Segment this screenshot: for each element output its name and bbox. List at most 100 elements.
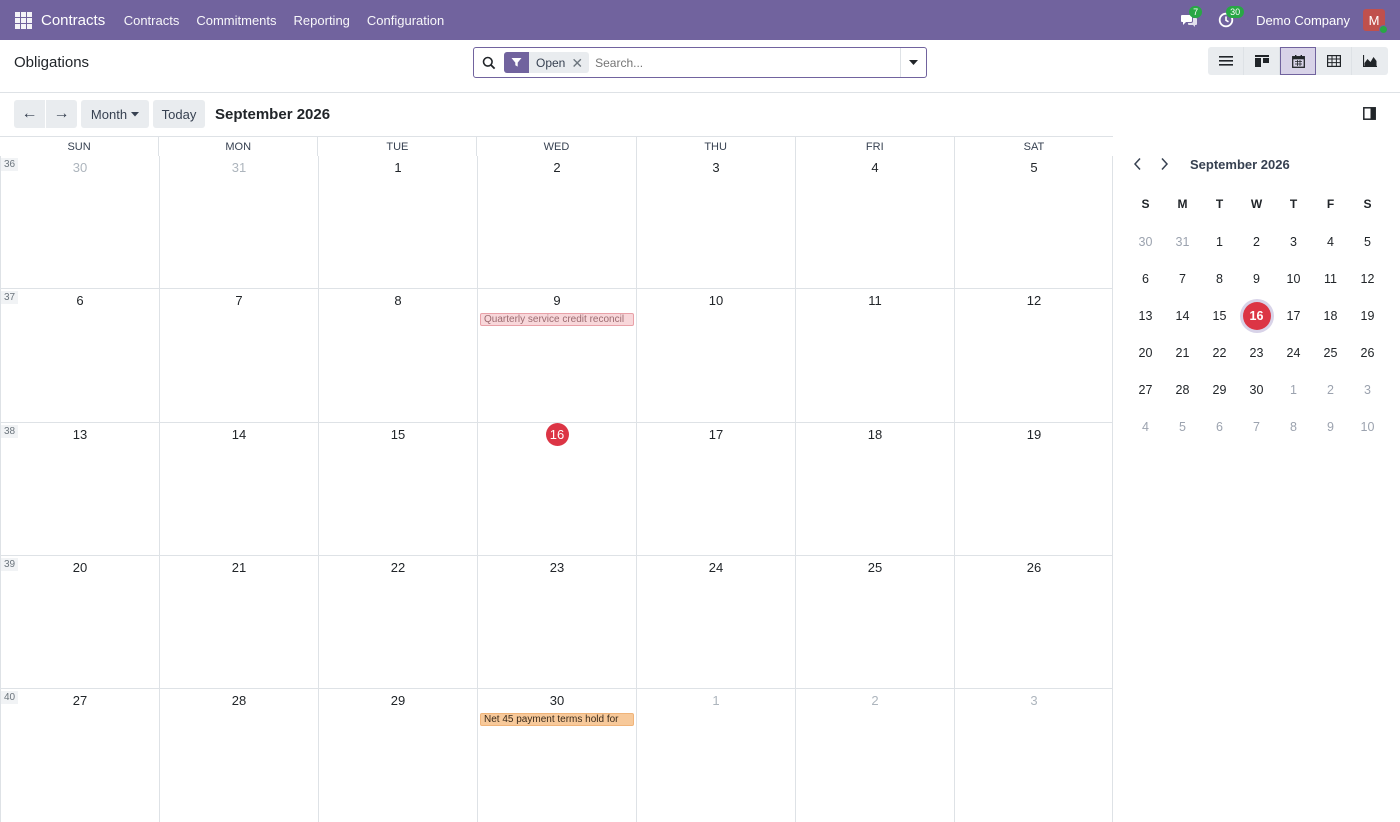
mini-prev-month-icon[interactable] xyxy=(1133,157,1142,174)
calendar-day-cell[interactable]: 14 xyxy=(159,423,318,555)
menu-contracts[interactable]: Contracts xyxy=(115,13,188,28)
activities-button[interactable]: 30 xyxy=(1215,6,1245,31)
mini-calendar-day[interactable]: 30 xyxy=(1127,229,1164,255)
calendar-day-cell[interactable]: 9 Quarterly service credit reconcil xyxy=(477,289,636,422)
calendar-day-cell[interactable]: 22 xyxy=(318,556,477,688)
mini-calendar-day[interactable]: 15 xyxy=(1201,303,1238,329)
calendar-day-cell[interactable]: 29 xyxy=(318,689,477,822)
mini-calendar-day[interactable]: 3 xyxy=(1275,229,1312,255)
mini-calendar-day[interactable]: 2 xyxy=(1312,377,1349,403)
mini-calendar-day[interactable]: 1 xyxy=(1201,229,1238,255)
mini-calendar-day[interactable]: 9 xyxy=(1238,266,1275,292)
mini-calendar-day[interactable]: 26 xyxy=(1349,340,1386,366)
mini-next-month-icon[interactable] xyxy=(1160,157,1169,174)
mini-calendar-day[interactable]: 4 xyxy=(1127,414,1164,440)
calendar-day-cell[interactable]: 30 xyxy=(0,156,159,288)
mini-calendar-day[interactable]: 5 xyxy=(1349,229,1386,255)
mini-calendar-day[interactable]: 17 xyxy=(1275,303,1312,329)
calendar-day-cell[interactable]: 16 xyxy=(477,423,636,555)
mini-calendar-day[interactable]: 14 xyxy=(1164,303,1201,329)
calendar-day-cell[interactable]: 10 xyxy=(636,289,795,422)
calendar-day-cell[interactable]: 30 Net 45 payment terms hold for xyxy=(477,689,636,822)
mini-calendar-day[interactable]: 2 xyxy=(1238,229,1275,255)
calendar-day-cell[interactable]: 13 xyxy=(0,423,159,555)
mini-calendar-day[interactable]: 5 xyxy=(1164,414,1201,440)
search-bar[interactable]: Open ✕ xyxy=(473,47,927,78)
kanban-view-button[interactable] xyxy=(1244,47,1280,75)
menu-reporting[interactable]: Reporting xyxy=(285,13,358,28)
calendar-day-cell[interactable]: 5 xyxy=(954,156,1113,288)
calendar-event[interactable]: Quarterly service credit reconcil xyxy=(480,313,634,326)
mini-calendar-day[interactable]: 8 xyxy=(1275,414,1312,440)
mini-calendar-day[interactable]: 4 xyxy=(1312,229,1349,255)
mini-calendar-day[interactable]: 6 xyxy=(1201,414,1238,440)
mini-calendar-day[interactable]: 3 xyxy=(1349,377,1386,403)
mini-calendar-day[interactable]: 20 xyxy=(1127,340,1164,366)
mini-calendar-day[interactable]: 23 xyxy=(1238,340,1275,366)
calendar-day-cell[interactable]: 20 xyxy=(0,556,159,688)
calendar-day-cell[interactable]: 24 xyxy=(636,556,795,688)
today-button[interactable]: Today xyxy=(153,100,205,128)
next-period-button[interactable]: → xyxy=(46,100,77,128)
calendar-day-cell[interactable]: 18 xyxy=(795,423,954,555)
calendar-day-cell[interactable]: 1 xyxy=(318,156,477,288)
mini-calendar-day[interactable]: 30 xyxy=(1238,377,1275,403)
mini-calendar-day[interactable]: 27 xyxy=(1127,377,1164,403)
apps-menu-icon[interactable] xyxy=(15,11,32,29)
calendar-day-cell[interactable]: 11 xyxy=(795,289,954,422)
mini-calendar-day[interactable]: 13 xyxy=(1127,303,1164,329)
calendar-day-cell[interactable]: 8 xyxy=(318,289,477,422)
calendar-view-button[interactable] xyxy=(1280,47,1316,75)
search-icon[interactable] xyxy=(474,56,504,70)
calendar-day-cell[interactable]: 2 xyxy=(477,156,636,288)
calendar-day-cell[interactable]: 21 xyxy=(159,556,318,688)
calendar-day-cell[interactable]: 1 xyxy=(636,689,795,822)
mini-calendar-day[interactable]: 24 xyxy=(1275,340,1312,366)
calendar-day-cell[interactable]: 31 xyxy=(159,156,318,288)
mini-calendar-day[interactable]: 12 xyxy=(1349,266,1386,292)
graph-view-button[interactable] xyxy=(1352,47,1388,75)
calendar-day-cell[interactable]: 12 xyxy=(954,289,1113,422)
calendar-day-cell[interactable]: 17 xyxy=(636,423,795,555)
app-brand[interactable]: Contracts xyxy=(41,12,105,29)
mini-calendar-day[interactable]: 1 xyxy=(1275,377,1312,403)
list-view-button[interactable] xyxy=(1208,47,1244,75)
calendar-event[interactable]: Net 45 payment terms hold for xyxy=(480,713,634,726)
mini-calendar-day[interactable]: 6 xyxy=(1127,266,1164,292)
mini-calendar-day[interactable]: 11 xyxy=(1312,266,1349,292)
messages-button[interactable]: 7 xyxy=(1178,6,1203,31)
mini-calendar-day[interactable]: 16 xyxy=(1238,302,1275,330)
mini-calendar-day[interactable]: 7 xyxy=(1238,414,1275,440)
calendar-day-cell[interactable]: 25 xyxy=(795,556,954,688)
page-title[interactable]: Obligations xyxy=(14,54,89,71)
mini-calendar-day[interactable]: 18 xyxy=(1312,303,1349,329)
calendar-day-cell[interactable]: 15 xyxy=(318,423,477,555)
calendar-day-cell[interactable]: 6 xyxy=(0,289,159,422)
scale-dropdown[interactable]: Month xyxy=(81,100,149,128)
search-input[interactable] xyxy=(595,55,900,70)
mini-calendar-day[interactable]: 22 xyxy=(1201,340,1238,366)
menu-commitments[interactable]: Commitments xyxy=(188,13,285,28)
facet-remove-icon[interactable]: ✕ xyxy=(571,56,589,70)
mini-calendar-day[interactable]: 25 xyxy=(1312,340,1349,366)
calendar-day-cell[interactable]: 23 xyxy=(477,556,636,688)
calendar-day-cell[interactable]: 28 xyxy=(159,689,318,822)
previous-period-button[interactable]: ← xyxy=(14,100,45,128)
mini-calendar-day[interactable]: 29 xyxy=(1201,377,1238,403)
calendar-day-cell[interactable]: 3 xyxy=(954,689,1113,822)
pivot-view-button[interactable] xyxy=(1316,47,1352,75)
user-avatar[interactable]: M xyxy=(1363,9,1388,34)
calendar-day-cell[interactable]: 3 xyxy=(636,156,795,288)
mini-calendar-day[interactable]: 7 xyxy=(1164,266,1201,292)
mini-calendar-day[interactable]: 10 xyxy=(1349,414,1386,440)
calendar-day-cell[interactable]: 19 xyxy=(954,423,1113,555)
search-options-toggle[interactable] xyxy=(900,48,926,77)
calendar-day-cell[interactable]: 27 xyxy=(0,689,159,822)
calendar-day-cell[interactable]: 2 xyxy=(795,689,954,822)
calendar-day-cell[interactable]: 7 xyxy=(159,289,318,422)
company-switcher[interactable]: Demo Company xyxy=(1256,13,1350,28)
calendar-day-cell[interactable]: 26 xyxy=(954,556,1113,688)
mini-calendar-day[interactable]: 10 xyxy=(1275,266,1312,292)
calendar-day-cell[interactable]: 4 xyxy=(795,156,954,288)
mini-calendar-day[interactable]: 31 xyxy=(1164,229,1201,255)
